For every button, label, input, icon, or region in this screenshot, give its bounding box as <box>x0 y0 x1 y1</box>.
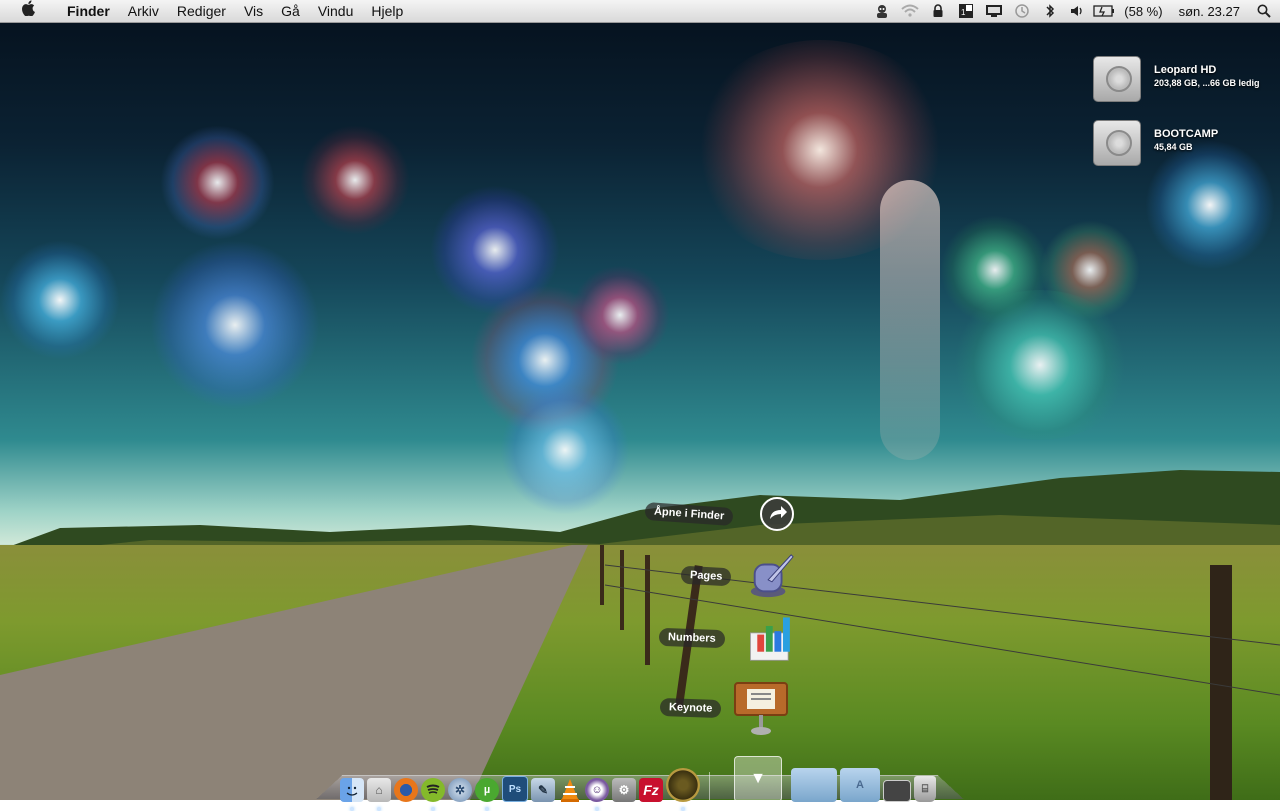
status-area: 1 (58 %) søn. 23.27 <box>868 0 1280 22</box>
stack-label: Pages <box>680 565 732 587</box>
dock-divider <box>709 772 724 802</box>
stack-label: Keynote <box>659 697 722 719</box>
dock-item-filezilla[interactable]: Fz <box>639 778 663 802</box>
dock-trash[interactable]: ⌸ <box>914 776 936 802</box>
hard-drive-icon <box>1093 56 1141 102</box>
menu-bar: Finder Arkiv Rediger Vis Gå Vindu Hjelp … <box>0 0 1280 23</box>
running-indicator <box>681 807 685 811</box>
wifi-icon[interactable] <box>896 0 924 22</box>
firework-trail <box>880 180 940 460</box>
spotlight-icon[interactable] <box>1248 0 1280 22</box>
dock: ⌂ ✲ µ Ps ✎ ☺ ⚙ Fz ▼ A ⌸ <box>316 752 964 811</box>
drive-info: 45,84 GB <box>1154 142 1193 152</box>
drive-name: Leopard HD <box>1154 64 1217 76</box>
script-icon: ✎ <box>537 783 549 797</box>
apple-menu[interactable] <box>0 0 58 23</box>
menu-vindu[interactable]: Vindu <box>309 0 363 22</box>
pages-icon <box>747 552 795 600</box>
finder-icon <box>346 786 358 796</box>
spaces-icon[interactable]: 1 <box>952 0 980 22</box>
menu-hjelp[interactable]: Hjelp <box>362 0 412 22</box>
menu-ga[interactable]: Gå <box>272 0 309 22</box>
volume-icon[interactable] <box>1064 0 1092 22</box>
bluetooth-icon[interactable] <box>1036 0 1064 22</box>
preview-icon: ⌂ <box>375 783 383 797</box>
battery-percentage[interactable]: (58 %) <box>1116 4 1170 19</box>
numbers-icon <box>747 614 795 662</box>
svg-text:1: 1 <box>961 8 966 17</box>
chevron-down-icon: ▼ <box>750 770 766 787</box>
utorrent-icon: µ <box>483 784 491 796</box>
dock-item-finder[interactable] <box>340 778 364 811</box>
hard-drive-icon <box>1093 120 1141 166</box>
firework <box>300 125 410 235</box>
adium-icon: ☺ <box>591 784 603 796</box>
stack-open-in-finder[interactable]: Åpne i Finder <box>644 494 797 534</box>
stack-item-pages[interactable]: Pages <box>680 552 795 600</box>
menu-vis[interactable]: Vis <box>235 0 272 22</box>
vlc-icon <box>561 779 579 802</box>
dock-item-spotify[interactable] <box>421 778 445 811</box>
dock-folder-programmer[interactable]: A <box>840 768 880 802</box>
battery-icon[interactable] <box>1092 0 1116 22</box>
dock-item-script[interactable]: ✎ <box>531 778 555 802</box>
stack-item-keynote[interactable]: Keynote <box>659 680 789 736</box>
firework <box>570 265 670 365</box>
lock-icon[interactable] <box>924 0 952 22</box>
applications-folder-icon: A <box>856 779 864 791</box>
dock-stack-programmer[interactable]: ▼ <box>734 756 782 802</box>
dock-item-network[interactable]: ✲ <box>448 778 472 802</box>
running-indicator <box>431 807 435 811</box>
drive-name: BOOTCAMP <box>1154 128 1219 140</box>
dock-item-adium[interactable]: ☺ <box>585 778 609 811</box>
firework <box>0 240 120 360</box>
menu-finder[interactable]: Finder <box>58 0 119 22</box>
running-indicator <box>595 807 599 811</box>
dock-folder-dokumenter[interactable] <box>791 768 837 802</box>
dock-item-vlc[interactable] <box>558 778 582 802</box>
menu-clock[interactable]: søn. 23.27 <box>1171 4 1248 19</box>
dock-item-preview[interactable]: ⌂ <box>367 778 391 811</box>
firework <box>160 125 275 240</box>
drive-info: 203,88 GB, ...66 GB ledig <box>1154 78 1260 88</box>
spotify-icon <box>426 784 440 794</box>
filezilla-icon: Fz <box>643 782 659 798</box>
apple-icon <box>22 0 35 16</box>
running-indicator <box>350 807 354 811</box>
running-indicator <box>485 807 489 811</box>
stack-label: Numbers <box>658 627 725 649</box>
firework <box>945 290 1135 440</box>
network-icon: ✲ <box>454 783 466 797</box>
dock-folder-skjermbilder[interactable] <box>883 780 911 802</box>
time-machine-icon[interactable] <box>1008 0 1036 22</box>
stack-label: Åpne i Finder <box>644 501 734 527</box>
screenshot-icon: ⚙ <box>618 783 630 797</box>
desktop-icon-leopard-hd[interactable]: Leopard HD 203,88 GB, ...66 GB ledig <box>1093 56 1260 102</box>
menu-rediger[interactable]: Rediger <box>168 0 235 22</box>
menu-arkiv[interactable]: Arkiv <box>119 0 168 22</box>
photoshop-icon: Ps <box>508 783 522 795</box>
firework <box>150 240 320 410</box>
trash-icon: ⌸ <box>921 782 929 795</box>
desktop-icon-bootcamp[interactable]: BOOTCAMP 45,84 GB <box>1093 120 1218 166</box>
running-indicator <box>377 807 381 811</box>
keynote-icon <box>733 680 789 736</box>
open-in-finder-icon <box>757 494 797 534</box>
dock-item-screenshot[interactable]: ⚙ <box>612 778 636 802</box>
display-icon[interactable] <box>980 0 1008 22</box>
dock-item-radar[interactable] <box>666 768 700 811</box>
dock-item-utorrent[interactable]: µ <box>475 778 499 811</box>
dock-item-firefox[interactable] <box>394 778 418 802</box>
user-icon[interactable] <box>868 0 896 22</box>
stack-item-numbers[interactable]: Numbers <box>658 614 795 662</box>
dock-item-photoshop[interactable]: Ps <box>502 776 528 802</box>
desktop-wallpaper <box>0 0 1280 800</box>
